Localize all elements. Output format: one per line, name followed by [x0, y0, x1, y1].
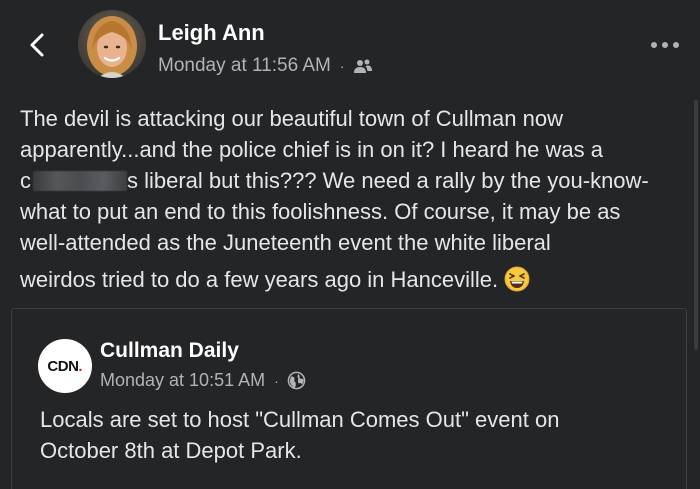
- shared-text-line: October 8th at Depot Park.: [40, 438, 302, 463]
- meta-separator: ·: [274, 372, 279, 389]
- page-logo-dot: .: [78, 357, 83, 375]
- shared-post-timestamp[interactable]: Monday at 10:51 AM: [100, 370, 265, 391]
- post-text-line: apparently...and the police chief is in …: [20, 137, 603, 162]
- back-button[interactable]: [22, 30, 52, 60]
- shared-post-card[interactable]: CDN. Cullman Daily Monday at 10:51 AM · …: [11, 308, 687, 489]
- meta-separator: ·: [339, 58, 345, 74]
- redacted-prefix: c: [20, 168, 31, 193]
- post-text-line: The devil is attacking our beautiful tow…: [20, 106, 563, 131]
- post-text-line-redacted: c s liberal but this??? We need a rally b…: [20, 165, 684, 196]
- post-text-line: what to put an end to this foolishness. …: [20, 199, 621, 224]
- post-text-final: weirdos tried to do a few years ago in H…: [20, 267, 499, 292]
- author-avatar[interactable]: [78, 10, 146, 78]
- post-view: Leigh Ann Monday at 11:56 AM · The devil…: [0, 0, 700, 489]
- more-horizontal-icon: [651, 42, 679, 48]
- post-text-line: well-attended as the Juneteenth event th…: [20, 230, 551, 255]
- shared-text-line: Locals are set to host "Cullman Comes Ou…: [40, 407, 560, 432]
- page-name[interactable]: Cullman Daily: [100, 339, 239, 363]
- grinning-squinting-face-icon: [504, 266, 530, 300]
- page-logo-text: CDN: [47, 357, 79, 375]
- post-text-line-final: weirdos tried to do a few years ago in H…: [20, 264, 684, 300]
- chevron-left-icon: [30, 33, 44, 57]
- post-body: The devil is attacking our beautiful tow…: [20, 103, 684, 300]
- redaction-blur: [33, 171, 127, 191]
- friends-icon: [353, 59, 372, 73]
- page-logo[interactable]: CDN.: [38, 339, 92, 393]
- more-options-button[interactable]: [648, 32, 682, 58]
- scrollbar[interactable]: [694, 100, 698, 350]
- post-timestamp[interactable]: Monday at 11:56 AM: [158, 55, 331, 77]
- post-meta: Monday at 11:56 AM ·: [158, 55, 373, 77]
- shared-post-body: Locals are set to host "Cullman Comes Ou…: [40, 404, 670, 466]
- redacted-suffix: s liberal but this??? We need a rally by…: [127, 168, 649, 193]
- author-name[interactable]: Leigh Ann: [158, 20, 265, 46]
- globe-icon: [287, 371, 306, 390]
- shared-post-meta: Monday at 10:51 AM ·: [100, 370, 306, 391]
